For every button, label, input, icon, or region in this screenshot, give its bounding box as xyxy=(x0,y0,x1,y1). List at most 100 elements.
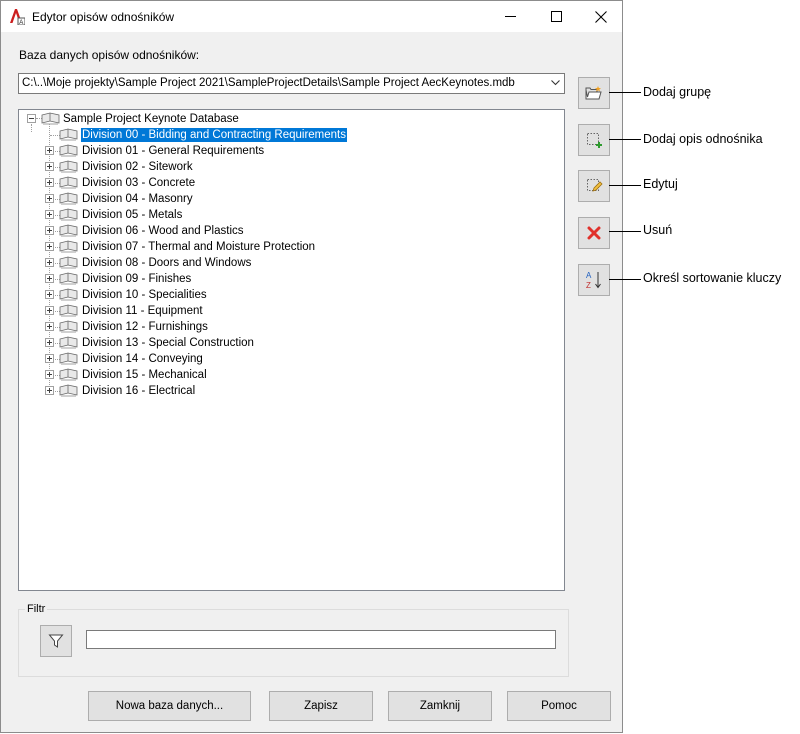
keynote-book-icon xyxy=(59,160,78,176)
edit-button[interactable] xyxy=(578,170,610,202)
tree-item-label: Division 15 - Mechanical xyxy=(82,369,207,381)
expand-icon[interactable] xyxy=(45,338,54,347)
help-label: Pomoc xyxy=(541,700,577,712)
close-icon xyxy=(595,10,607,23)
edit-icon xyxy=(587,179,603,192)
keynote-book-icon xyxy=(59,336,78,352)
title-bar: A Edytor opisów odnośników xyxy=(1,1,622,32)
callout-line xyxy=(609,139,641,140)
keynote-book-icon xyxy=(59,224,78,240)
tree-item-label: Division 07 - Thermal and Moisture Prote… xyxy=(82,241,316,253)
add-keynote-icon xyxy=(587,133,602,148)
expand-icon[interactable] xyxy=(45,194,54,203)
keynote-book-icon xyxy=(59,320,78,336)
expand-icon[interactable] xyxy=(45,258,54,267)
maximize-button[interactable] xyxy=(533,1,579,32)
expand-icon[interactable] xyxy=(45,306,54,315)
add-group-button[interactable] xyxy=(578,77,610,109)
help-button[interactable]: Pomoc xyxy=(507,691,611,721)
keynote-book-icon xyxy=(59,128,78,144)
expand-icon[interactable] xyxy=(45,146,54,155)
keynote-book-icon xyxy=(59,352,78,368)
close-window-button[interactable] xyxy=(578,1,624,32)
keynote-book-icon xyxy=(59,368,78,384)
filter-input[interactable] xyxy=(86,630,556,649)
expand-icon[interactable] xyxy=(45,178,54,187)
filter-button[interactable] xyxy=(40,625,72,657)
tree-item-label: Division 05 - Metals xyxy=(82,209,183,221)
expand-icon[interactable] xyxy=(45,322,54,331)
expand-icon[interactable] xyxy=(45,386,54,395)
save-label: Zapisz xyxy=(304,700,338,712)
sort-az-icon: A Z xyxy=(586,271,601,290)
keynote-book-icon xyxy=(59,208,78,224)
expand-icon[interactable] xyxy=(45,242,54,251)
keynote-book-icon xyxy=(59,288,78,304)
svg-text:A: A xyxy=(586,271,592,280)
expand-icon[interactable] xyxy=(45,162,54,171)
tree-root-label: Sample Project Keynote Database xyxy=(63,113,239,125)
save-button[interactable]: Zapisz xyxy=(269,691,373,721)
delete-button[interactable] xyxy=(578,217,610,249)
tree-item-label: Division 12 - Furnishings xyxy=(82,321,208,333)
expand-icon[interactable] xyxy=(45,290,54,299)
expand-icon[interactable] xyxy=(45,226,54,235)
tree-item-label: Division 08 - Doors and Windows xyxy=(82,257,252,269)
database-path-select[interactable]: C:\..\Moje projekty\Sample Project 2021\… xyxy=(18,73,565,94)
callout-line xyxy=(609,279,641,280)
keynote-book-icon xyxy=(59,176,78,192)
collapse-icon[interactable] xyxy=(27,114,36,123)
database-path-value: C:\..\Moje projekty\Sample Project 2021\… xyxy=(22,77,515,89)
new-database-button[interactable]: Nowa baza danych... xyxy=(88,691,251,721)
minimize-button[interactable] xyxy=(487,1,533,32)
expand-icon[interactable] xyxy=(45,354,54,363)
chevron-down-icon xyxy=(551,80,560,86)
tree-connector xyxy=(31,124,32,132)
expand-icon[interactable] xyxy=(45,370,54,379)
keynote-book-icon xyxy=(41,112,60,125)
tree-item-label: Division 04 - Masonry xyxy=(82,193,193,205)
tree-item-label: Division 11 - Equipment xyxy=(82,305,203,317)
keynote-book-icon xyxy=(59,384,78,400)
folder-add-icon xyxy=(585,86,602,100)
callout-line xyxy=(609,92,641,93)
expand-icon[interactable] xyxy=(45,274,54,283)
keynote-book-icon xyxy=(59,192,78,208)
delete-icon xyxy=(587,226,601,240)
tree-item-label: Division 09 - Finishes xyxy=(82,273,192,285)
funnel-icon xyxy=(48,634,64,648)
keynote-book-icon xyxy=(59,240,78,256)
maximize-icon xyxy=(550,11,562,22)
callout-line xyxy=(609,185,641,186)
close-button[interactable]: Zamknij xyxy=(388,691,492,721)
tree-item-label: Division 10 - Specialities xyxy=(82,289,207,301)
filter-legend: Filtr xyxy=(25,603,48,615)
app-icon: A xyxy=(10,9,25,25)
tree-item-label: Division 01 - General Requirements xyxy=(82,145,265,157)
sort-button[interactable]: A Z xyxy=(578,264,610,296)
close-label: Zamknij xyxy=(419,700,461,712)
tree-item-label: Division 02 - Sitework xyxy=(82,161,193,173)
keynote-editor-window: A Edytor opisów odnośników Baza danych o… xyxy=(0,0,623,733)
sort-callout: Określ sortowanie kluczy xyxy=(643,271,782,285)
keynote-book-icon xyxy=(59,304,78,320)
keynote-book-icon xyxy=(59,256,78,272)
tree-item-label: Division 06 - Wood and Plastics xyxy=(82,225,244,237)
keynote-tree[interactable]: Sample Project Keynote Database Division… xyxy=(18,109,565,591)
svg-text:A: A xyxy=(19,20,23,25)
delete-callout: Usuń xyxy=(643,223,673,237)
database-label: Baza danych opisów odnośników: xyxy=(19,48,200,62)
tree-item-label: Division 00 - Bidding and Contracting Re… xyxy=(79,127,349,143)
edit-callout: Edytuj xyxy=(643,177,678,191)
add-keynote-callout: Dodaj opis odnośnika xyxy=(643,132,763,146)
tree-item-label: Division 13 - Special Construction xyxy=(82,337,254,349)
tree-item-label: Division 16 - Electrical xyxy=(82,385,196,397)
minimize-icon xyxy=(504,16,516,17)
add-keynote-button[interactable] xyxy=(578,124,610,156)
svg-text:Z: Z xyxy=(586,281,591,290)
keynote-book-icon xyxy=(59,144,78,160)
keynote-book-icon xyxy=(59,272,78,288)
expand-icon[interactable] xyxy=(45,210,54,219)
window-title: Edytor opisów odnośników xyxy=(32,10,175,24)
tree-item-label: Division 03 - Concrete xyxy=(82,177,196,189)
